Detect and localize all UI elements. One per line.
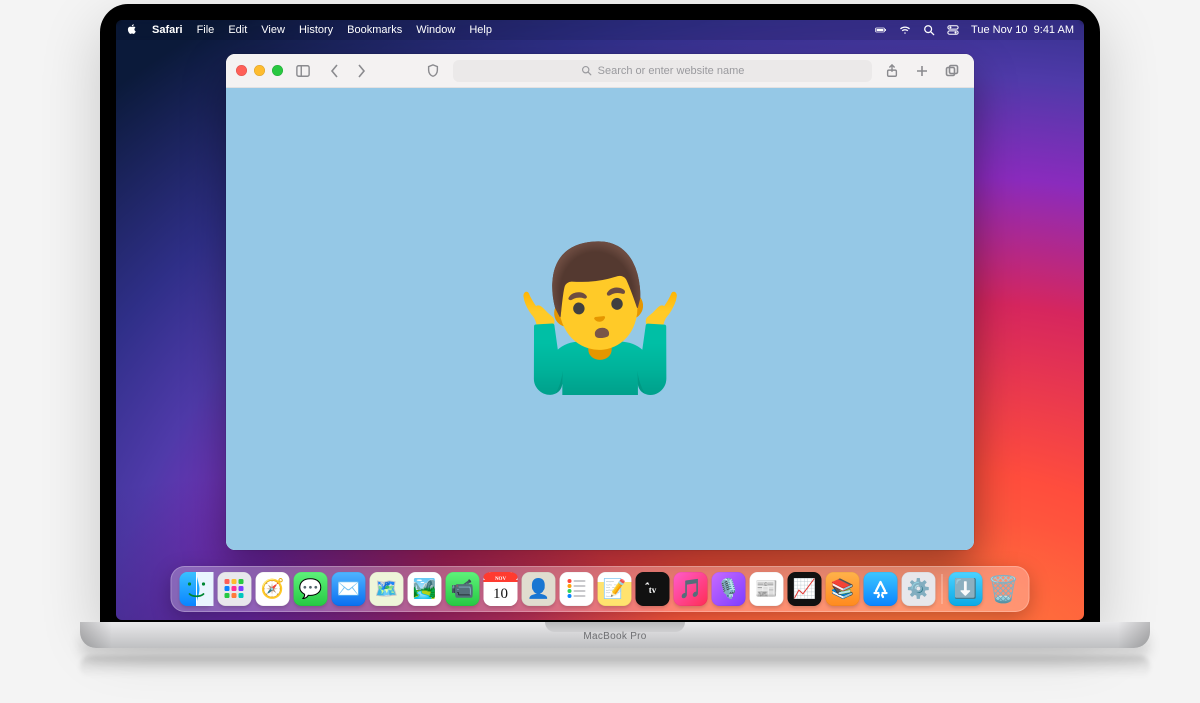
dock-settings-icon[interactable]: ⚙️ bbox=[902, 572, 936, 606]
new-tab-button[interactable] bbox=[910, 60, 934, 82]
dock-facetime-icon[interactable]: 📹 bbox=[446, 572, 480, 606]
dock-books-icon[interactable]: 📚 bbox=[826, 572, 860, 606]
spotlight-icon[interactable] bbox=[923, 24, 935, 36]
dock: 🧭💬✉️🗺️🏞️📹 NOV 10 👤 📝 tv 🎵🎙️📰📈📚 ⚙️ ⬇️🗑️ bbox=[171, 566, 1030, 612]
dock-downloads-icon[interactable]: ⬇️ bbox=[949, 572, 983, 606]
laptop-base: MacBook Pro bbox=[80, 622, 1150, 648]
safari-page-content: 🤷‍♂️ bbox=[226, 88, 974, 550]
dock-notes-icon[interactable]: 📝 bbox=[598, 572, 632, 606]
menubar-item[interactable]: Edit bbox=[228, 24, 247, 36]
desktop: Safari File Edit View History Bookmarks … bbox=[116, 20, 1084, 620]
dock-stocks-icon[interactable]: 📈 bbox=[788, 572, 822, 606]
dock-podcasts-icon[interactable]: 🎙️ bbox=[712, 572, 746, 606]
screen-bezel: Safari File Edit View History Bookmarks … bbox=[100, 4, 1100, 622]
dock-photos-icon[interactable]: 🏞️ bbox=[408, 572, 442, 606]
forward-button[interactable] bbox=[349, 60, 373, 82]
dock-music-icon[interactable]: 🎵 bbox=[674, 572, 708, 606]
dock-tv-icon[interactable]: tv bbox=[636, 572, 670, 606]
dock-news-icon[interactable]: 📰 bbox=[750, 572, 784, 606]
dock-trash-icon[interactable]: 🗑️ bbox=[987, 572, 1021, 606]
dock-finder-icon[interactable] bbox=[180, 572, 214, 606]
dock-reminders-icon[interactable] bbox=[560, 572, 594, 606]
dock-safari-icon[interactable]: 🧭 bbox=[256, 572, 290, 606]
shrug-emoji: 🤷‍♂️ bbox=[513, 237, 687, 401]
svg-text:NOV: NOV bbox=[495, 577, 507, 582]
window-controls bbox=[236, 65, 283, 76]
zoom-button[interactable] bbox=[272, 65, 283, 76]
laptop-notch bbox=[545, 622, 685, 632]
laptop-reflection bbox=[80, 656, 1150, 678]
wifi-icon[interactable] bbox=[899, 24, 911, 36]
menubar-item[interactable]: Help bbox=[469, 24, 492, 36]
menubar-item[interactable]: File bbox=[197, 24, 215, 36]
dock-separator bbox=[942, 574, 943, 604]
svg-text:tv: tv bbox=[649, 585, 657, 595]
menubar-item[interactable]: Bookmarks bbox=[347, 24, 402, 36]
menubar-app-name[interactable]: Safari bbox=[152, 24, 183, 36]
menubar: Safari File Edit View History Bookmarks … bbox=[116, 20, 1084, 40]
menubar-item[interactable]: History bbox=[299, 24, 333, 36]
dock-contacts-icon[interactable]: 👤 bbox=[522, 572, 556, 606]
address-placeholder: Search or enter website name bbox=[598, 65, 745, 77]
safari-window: Search or enter website name 🤷‍♂️ bbox=[226, 54, 974, 550]
laptop: Safari File Edit View History Bookmarks … bbox=[80, 4, 1120, 678]
search-icon bbox=[581, 65, 592, 76]
menubar-item[interactable]: View bbox=[261, 24, 285, 36]
menubar-item[interactable]: Window bbox=[416, 24, 455, 36]
close-button[interactable] bbox=[236, 65, 247, 76]
privacy-report-icon[interactable] bbox=[421, 60, 445, 82]
share-button[interactable] bbox=[880, 60, 904, 82]
dock-mail-icon[interactable]: ✉️ bbox=[332, 572, 366, 606]
dock-calendar-icon[interactable]: NOV 10 bbox=[484, 572, 518, 606]
control-center-icon[interactable] bbox=[947, 24, 959, 36]
minimize-button[interactable] bbox=[254, 65, 265, 76]
back-button[interactable] bbox=[323, 60, 347, 82]
address-bar[interactable]: Search or enter website name bbox=[453, 60, 872, 82]
dock-maps-icon[interactable]: 🗺️ bbox=[370, 572, 404, 606]
dock-appstore-icon[interactable] bbox=[864, 572, 898, 606]
safari-toolbar: Search or enter website name bbox=[226, 54, 974, 88]
apple-menu-icon[interactable] bbox=[126, 23, 138, 38]
laptop-brand-label: MacBook Pro bbox=[583, 631, 646, 642]
battery-icon[interactable] bbox=[875, 24, 887, 36]
tab-overview-button[interactable] bbox=[940, 60, 964, 82]
dock-launchpad-icon[interactable] bbox=[218, 572, 252, 606]
menubar-clock[interactable]: Tue Nov 10 9:41 AM bbox=[971, 24, 1074, 36]
svg-text:10: 10 bbox=[493, 586, 508, 602]
dock-messages-icon[interactable]: 💬 bbox=[294, 572, 328, 606]
sidebar-toggle-button[interactable] bbox=[291, 60, 315, 82]
